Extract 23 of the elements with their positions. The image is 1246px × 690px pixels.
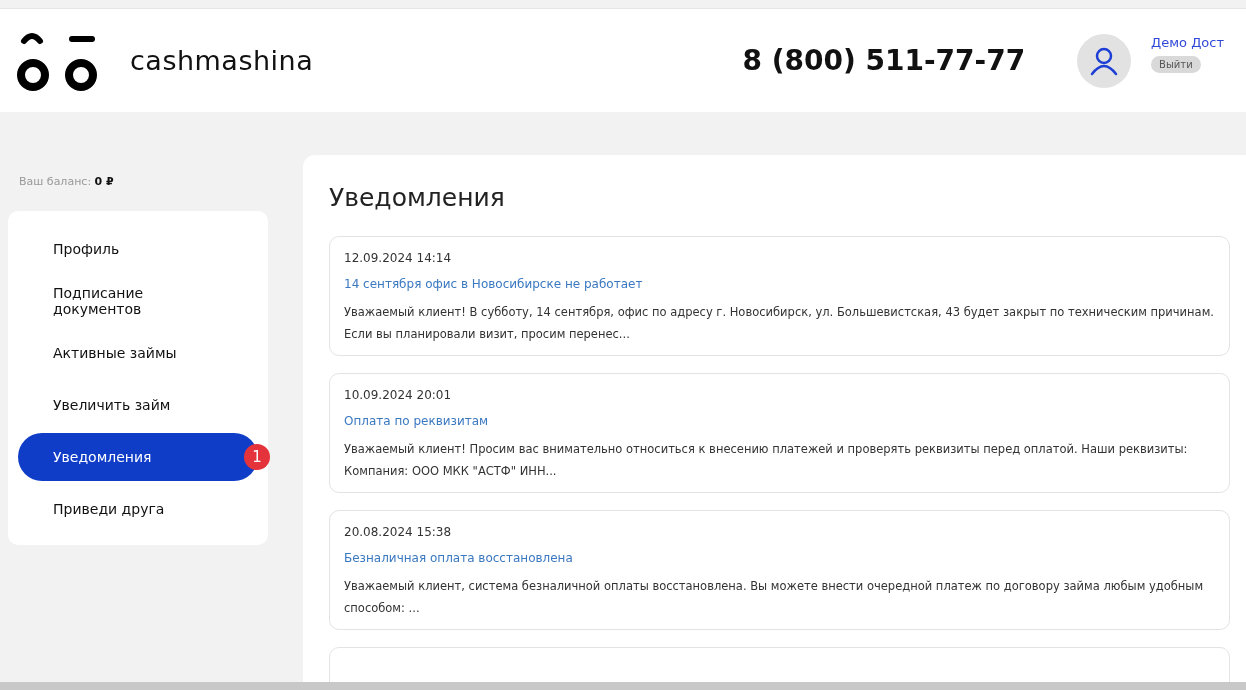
page-title: Уведомления (329, 183, 506, 212)
brand-name: cashmashina (130, 45, 314, 76)
balance-text: Ваш баланс: 0 ₽ (19, 175, 115, 190)
notification-text: Уважаемый клиент! В субботу, 14 сентября, офис по адресу г. Новосибирск, ул. Большевистская, 43 будет закрыт по техническим причинам. Если вы планировали визит, просим перенес... (344, 304, 1215, 343)
count-badge: 1 (244, 444, 270, 470)
menu-item[interactable]: Подписание документов (18, 277, 258, 325)
menu-item[interactable]: Увеличить займ (18, 381, 258, 429)
menu-item[interactable]: Приведи друга (18, 485, 258, 533)
notification-title-link[interactable]: Оплата по реквизитам (344, 414, 1215, 428)
logout-button[interactable]: Выйти (1151, 55, 1201, 73)
horizontal-scrollbar[interactable] (0, 682, 1246, 690)
menu-item[interactable]: Профиль (18, 225, 258, 273)
notification-date: 10.09.2024 20:01 (344, 388, 453, 402)
notification-text: Уважаемый клиент! Просим вас внимательно относиться к внесению платежей и проверять реквизиты перед оплатой. Наши реквизиты: Компания: ООО МКК "АСТФ" ИНН... (344, 441, 1189, 480)
notification-title-link[interactable]: Безналичная оплата восстановлена (344, 551, 1215, 565)
menu-item[interactable]: Активные займы (18, 329, 258, 377)
user-icon (1089, 45, 1120, 76)
phone-number: 8 (800) 511-77-77 (742, 44, 1026, 77)
user-name-link[interactable]: Демо Дост (1151, 34, 1224, 50)
notification-date: 12.09.2024 14:14 (344, 251, 453, 265)
notification-text: Уважаемый клиент, система безналичной оплаты восстановлена. Вы можете внести очередной платеж по договору займа любым удобным способом: ... (344, 578, 1205, 617)
notification-date: 20.08.2024 15:38 (344, 525, 453, 539)
notification-title-link[interactable]: 14 сентября офис в Новосибирске не работает (344, 277, 1215, 291)
